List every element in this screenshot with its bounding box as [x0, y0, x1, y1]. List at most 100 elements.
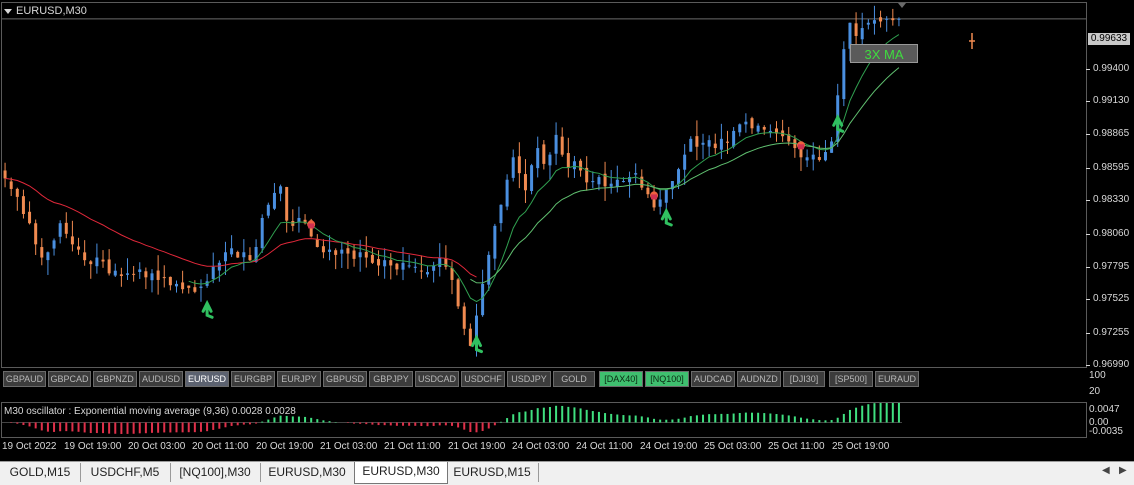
candle-body	[885, 18, 889, 20]
candle-body	[756, 125, 760, 132]
time-tick: 20 Oct 19:00	[256, 441, 314, 452]
symbol-button[interactable]: EURUSD	[185, 371, 229, 387]
indicator-axis-bottom: 20	[1089, 386, 1101, 397]
symbol-button[interactable]: USDCAD	[415, 371, 459, 387]
time-tick: 25 Oct 11:00	[768, 441, 825, 452]
candle-body	[150, 273, 154, 281]
chart-title-text: EURUSD,M30	[16, 5, 87, 17]
symbol-button[interactable]: AUDUSD	[139, 371, 183, 387]
price-tick: 0.98060	[1085, 228, 1130, 239]
candle-body	[536, 148, 540, 169]
osc-axis-top: 0.0047	[1089, 404, 1120, 415]
candle-body	[597, 177, 601, 185]
candle-body	[3, 170, 7, 179]
candle-body	[879, 17, 883, 22]
candle-body	[21, 196, 25, 215]
candle-body	[119, 274, 123, 276]
price-tick: 0.98330	[1085, 194, 1130, 205]
time-tick: 21 Oct 19:00	[448, 441, 506, 452]
symbol-button[interactable]: GOLD	[553, 371, 595, 387]
symbol-button[interactable]: USDJPY	[507, 371, 551, 387]
candle-body	[823, 152, 827, 161]
candle-body	[640, 176, 644, 188]
chart-menu-icon[interactable]	[4, 8, 12, 14]
candle-body	[272, 192, 276, 209]
candle-body	[658, 199, 662, 207]
price-tick: 0.97525	[1085, 293, 1130, 304]
ma-label-badge: 3X MA	[850, 44, 918, 63]
symbol-button[interactable]: EURAUD	[875, 371, 919, 387]
candle-body	[572, 161, 576, 170]
candle-body	[328, 249, 332, 252]
sell-signal-icon	[651, 194, 658, 200]
symbol-button[interactable]: GBPJPY	[369, 371, 413, 387]
chart-tab[interactable]: GOLD,M15	[0, 463, 81, 482]
candle-body	[401, 262, 405, 270]
candle-body	[211, 266, 215, 279]
symbol-button[interactable]: USDCHF	[461, 371, 505, 387]
candle-body	[799, 148, 803, 158]
candle-body	[579, 160, 583, 171]
oscillator-title: M30 oscillator : Exponential moving aver…	[4, 406, 296, 417]
ma-red-line	[5, 177, 477, 278]
candle-body	[560, 136, 564, 155]
symbol-button[interactable]: EURGBP	[231, 371, 275, 387]
candle-body	[621, 181, 625, 183]
candle-body	[89, 261, 93, 265]
candle-body	[223, 252, 227, 262]
candle-body	[260, 217, 264, 249]
price-axis: 0.99400 0.99130 0.98865 0.98595 0.98330 0.980…	[1085, 2, 1133, 370]
symbol-button[interactable]: GBPUSD	[323, 371, 367, 387]
candle-body	[750, 118, 754, 129]
symbol-button[interactable]: GBPCAD	[48, 371, 91, 387]
candle-body	[346, 248, 350, 254]
price-chart-canvas	[2, 3, 1086, 357]
candle-body	[523, 174, 527, 191]
symbol-button[interactable]: AUDNZD	[737, 371, 781, 387]
symbol-button[interactable]: AUDCAD	[691, 371, 735, 387]
candle-body	[615, 179, 619, 187]
candle-body	[168, 276, 172, 286]
chart-tab[interactable]: [NQ100],M30	[170, 463, 261, 482]
candle-body	[248, 255, 252, 261]
symbol-button[interactable]: GBPAUD	[3, 371, 46, 387]
candle-body	[95, 257, 99, 267]
candle-body	[811, 154, 815, 160]
candle-body	[609, 183, 613, 187]
buy-signal-icon	[832, 113, 845, 133]
symbol-button[interactable]: [SP500]	[829, 371, 873, 387]
candle-body	[107, 259, 111, 274]
chart-tab[interactable]: USDCHF,M5	[80, 463, 171, 482]
chart-tab[interactable]: EURUSD,M30	[260, 463, 355, 482]
candle-body	[101, 259, 105, 262]
candle-body	[358, 252, 362, 258]
tab-scroll-left-icon[interactable]: ◀	[1102, 465, 1110, 476]
candle-body	[713, 143, 717, 149]
chart-title: EURUSD,M30	[4, 5, 87, 17]
candle-body	[126, 273, 130, 275]
time-axis: 19 Oct 2022 19 Oct 19:00 20 Oct 03:00 20 Oc…	[0, 439, 1087, 459]
symbol-button[interactable]: [DJI30]	[783, 371, 825, 387]
candle-body	[77, 246, 81, 250]
tab-scroll-right-icon[interactable]: ▶	[1119, 465, 1127, 476]
candle-body	[530, 165, 534, 191]
candle-body	[542, 144, 546, 164]
symbol-button[interactable]: [DAX40]	[599, 371, 643, 387]
candle-body	[854, 23, 858, 36]
symbol-button[interactable]: GBPNZD	[93, 371, 137, 387]
candle-body	[897, 18, 901, 20]
candle-body	[83, 252, 87, 261]
candle-body	[40, 247, 44, 258]
price-tick: 0.97255	[1085, 327, 1130, 338]
candle-body	[236, 251, 240, 258]
symbol-button[interactable]: [NQ100]	[645, 371, 689, 387]
chart-tab[interactable]: EURUSD,M15	[446, 463, 539, 482]
candle-body	[462, 306, 466, 329]
candle-body	[817, 157, 821, 160]
price-tick: 0.99400	[1085, 63, 1130, 74]
chart-shift-icon	[898, 3, 906, 8]
price-tick: 0.98595	[1085, 162, 1130, 173]
symbol-button[interactable]: EURJPY	[277, 371, 321, 387]
chart-tab[interactable]: EURUSD,M30	[354, 462, 448, 484]
candle-body	[707, 140, 711, 147]
